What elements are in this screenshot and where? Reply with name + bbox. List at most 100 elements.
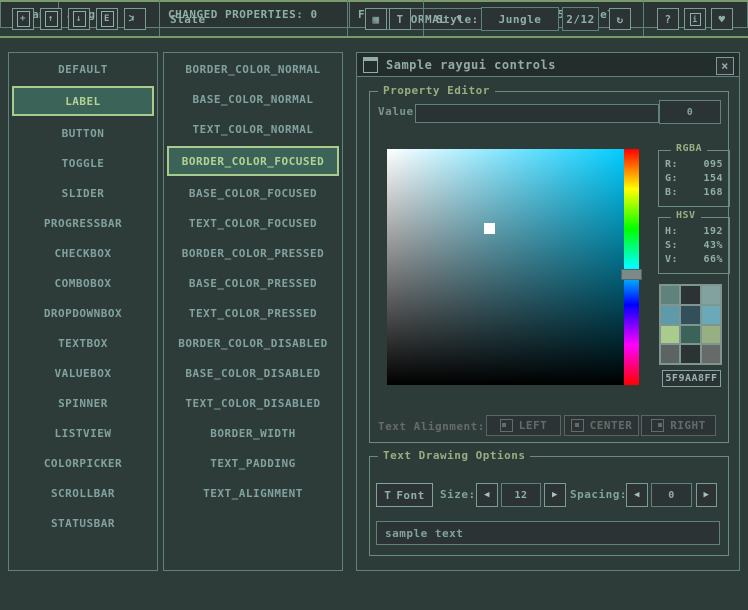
spacing-valuebox[interactable]: 0 bbox=[651, 483, 692, 507]
style-color-swatch[interactable] bbox=[702, 345, 720, 363]
arrow-right-icon: ▶ bbox=[704, 490, 710, 500]
reload-style-button[interactable]: ↻ bbox=[609, 8, 631, 30]
spacing-increase-button[interactable]: ▶ bbox=[696, 483, 717, 507]
style-name-button[interactable]: Jungle bbox=[481, 7, 559, 31]
color-picker-panel[interactable] bbox=[387, 149, 626, 385]
toolbar-help-section: ? i ♥ bbox=[644, 0, 748, 36]
size-valuebox[interactable]: 12 bbox=[501, 483, 541, 507]
save-file-button[interactable]: ↓ bbox=[68, 8, 90, 30]
list-item[interactable]: BASE_COLOR_NORMAL bbox=[167, 86, 339, 112]
style-color-swatch[interactable] bbox=[702, 306, 720, 324]
rgba-title: RGBA bbox=[671, 143, 707, 154]
list-item[interactable]: VALUEBOX bbox=[12, 360, 154, 386]
list-item[interactable]: BORDER_WIDTH bbox=[167, 420, 339, 446]
list-item[interactable]: LABEL bbox=[12, 86, 154, 116]
sponsor-button[interactable]: ♥ bbox=[711, 8, 733, 30]
style-color-swatch[interactable] bbox=[661, 345, 679, 363]
new-file-button[interactable]: + bbox=[12, 8, 34, 30]
list-item[interactable]: PROGRESSBAR bbox=[12, 210, 154, 236]
style-color-swatch[interactable] bbox=[661, 286, 679, 304]
list-item[interactable]: BORDER_COLOR_NORMAL bbox=[167, 56, 339, 82]
list-item[interactable]: BORDER_COLOR_FOCUSED bbox=[167, 146, 339, 176]
align-right-button[interactable]: RIGHT bbox=[641, 415, 716, 436]
list-item[interactable]: SPINNER bbox=[12, 390, 154, 416]
list-item[interactable]: SLIDER bbox=[12, 180, 154, 206]
list-item[interactable]: TEXT_ALIGNMENT bbox=[167, 480, 339, 506]
controls-listview: DEFAULT LABEL BUTTON TOGGLE SLIDER PROGRESSBA… bbox=[8, 52, 158, 571]
style-color-swatch[interactable] bbox=[681, 306, 699, 324]
style-color-swatch[interactable] bbox=[702, 326, 720, 344]
style-color-swatch[interactable] bbox=[681, 286, 699, 304]
style-color-swatch[interactable] bbox=[681, 326, 699, 344]
style-color-swatch[interactable] bbox=[702, 286, 720, 304]
help-button[interactable]: ? bbox=[657, 8, 679, 30]
list-item[interactable]: TEXTBOX bbox=[12, 330, 154, 356]
arrow-left-icon: ◀ bbox=[484, 490, 490, 500]
color-value-row: V:66% bbox=[665, 254, 723, 265]
style-color-swatch[interactable] bbox=[661, 326, 679, 344]
hsv-values: H:192S:43%V:66% bbox=[665, 226, 723, 265]
align-right-label: RIGHT bbox=[670, 419, 706, 432]
open-file-button[interactable]: ↑ bbox=[40, 8, 62, 30]
list-item[interactable]: DEFAULT bbox=[12, 56, 154, 82]
list-item[interactable]: BASE_COLOR_FOCUSED bbox=[167, 180, 339, 206]
text-drawing-options-groupbox: Text Drawing Options T Font Size: ◀ 12 ▶… bbox=[369, 456, 729, 556]
list-item[interactable]: TEXT_COLOR_DISABLED bbox=[167, 390, 339, 416]
hsv-groupbox: HSV H:192S:43%V:66% bbox=[658, 217, 730, 274]
list-item[interactable]: STATUSBAR bbox=[12, 510, 154, 536]
color-value-row: S:43% bbox=[665, 240, 723, 251]
list-item[interactable]: DROPDOWNBOX bbox=[12, 300, 154, 326]
style-color-grid bbox=[659, 284, 722, 365]
info-button[interactable]: i bbox=[684, 8, 706, 30]
value-input[interactable] bbox=[415, 104, 659, 123]
toolbar: + ↑ ↓ E →→ State NORMAL ▼ ▦ T bbox=[0, 0, 748, 38]
spacing-decrease-button[interactable]: ◀ bbox=[626, 483, 648, 507]
list-item[interactable]: TEXT_COLOR_FOCUSED bbox=[167, 210, 339, 236]
list-item[interactable]: BORDER_COLOR_PRESSED bbox=[167, 240, 339, 266]
list-item[interactable]: BASE_COLOR_PRESSED bbox=[167, 270, 339, 296]
sample-text: sample text bbox=[385, 527, 463, 540]
color-picker-cursor[interactable] bbox=[484, 223, 495, 234]
rguistyler-app: + ↑ ↓ E →→ State NORMAL ▼ ▦ T bbox=[0, 0, 748, 610]
list-item[interactable]: TEXT_COLOR_NORMAL bbox=[167, 116, 339, 142]
list-item[interactable]: TOGGLE bbox=[12, 150, 154, 176]
randomize-style-button[interactable]: →→ bbox=[124, 8, 146, 30]
list-item[interactable]: COLORPICKER bbox=[12, 450, 154, 476]
list-item[interactable]: BUTTON bbox=[12, 120, 154, 146]
list-item[interactable]: TEXT_COLOR_PRESSED bbox=[167, 300, 339, 326]
align-center-icon bbox=[571, 419, 584, 432]
style-color-swatch[interactable] bbox=[681, 345, 699, 363]
font-button[interactable]: T Font bbox=[376, 483, 433, 507]
toolbar-file-section: + ↑ ↓ E →→ bbox=[0, 0, 160, 36]
sample-controls-window: Sample raygui controls × Property Editor… bbox=[356, 52, 740, 571]
style-color-swatch[interactable] bbox=[661, 306, 679, 324]
size-increase-button[interactable]: ▶ bbox=[544, 483, 566, 507]
list-item[interactable]: COMBOBOX bbox=[12, 270, 154, 296]
font-view-toggle[interactable]: T bbox=[389, 8, 411, 30]
hue-slider-handle[interactable] bbox=[621, 269, 642, 280]
list-item[interactable]: BORDER_COLOR_DISABLED bbox=[167, 330, 339, 356]
list-item[interactable]: CHECKBOX bbox=[12, 240, 154, 266]
hue-slider[interactable] bbox=[624, 149, 639, 385]
toolbar-state-section: State NORMAL ▼ bbox=[160, 0, 348, 36]
size-decrease-button[interactable]: ◀ bbox=[476, 483, 498, 507]
align-left-button[interactable]: LEFT bbox=[486, 415, 561, 436]
list-item[interactable]: TEXT_PADDING bbox=[167, 450, 339, 476]
sample-textbox[interactable]: sample text bbox=[376, 521, 720, 545]
arrow-right-icon: ▶ bbox=[552, 490, 558, 500]
list-item[interactable]: SCROLLBAR bbox=[12, 480, 154, 506]
toolbar-view-section: ▦ T bbox=[348, 0, 424, 36]
list-item[interactable]: LISTVIEW bbox=[12, 420, 154, 446]
align-center-button[interactable]: CENTER bbox=[564, 415, 639, 436]
hex-color-box[interactable]: 5F9AA8FF bbox=[662, 370, 721, 387]
list-item[interactable]: BASE_COLOR_DISABLED bbox=[167, 360, 339, 386]
value-apply-button[interactable]: 0 bbox=[659, 100, 721, 124]
font-icon: T bbox=[384, 489, 391, 502]
export-file-button[interactable]: E bbox=[96, 8, 118, 30]
grid-view-toggle[interactable]: ▦ bbox=[365, 8, 387, 30]
toolbar-style-section: Style: Jungle 2/12 ↻ bbox=[424, 0, 644, 36]
info-icon: i bbox=[690, 13, 701, 26]
close-button[interactable]: × bbox=[716, 57, 734, 75]
style-counter-button[interactable]: 2/12 bbox=[562, 7, 599, 31]
window-titlebar[interactable]: Sample raygui controls × bbox=[357, 53, 739, 77]
